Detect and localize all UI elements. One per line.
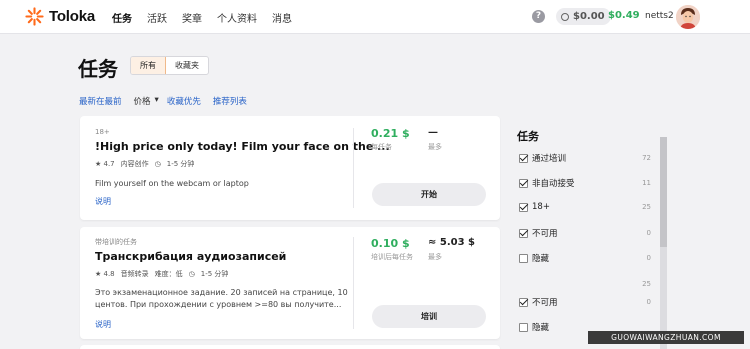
duration: 1-5 分钟 bbox=[166, 160, 195, 168]
requester[interactable]: 内容创作 bbox=[121, 159, 149, 169]
price-label: 每任务 bbox=[371, 143, 392, 151]
task-description: Film yourself on the webcam or laptop bbox=[95, 179, 249, 188]
task-training-badge: 带培训的任务 bbox=[95, 238, 137, 246]
instructions-link[interactable]: 说明 bbox=[95, 319, 111, 330]
view-toggle: 所有 收藏夹 bbox=[130, 56, 209, 75]
task-title[interactable]: Транскрибация аудиозаписей bbox=[95, 250, 286, 263]
filter-count: 72 bbox=[642, 154, 651, 162]
task-card[interactable] bbox=[80, 345, 500, 349]
filter-hidden[interactable]: 隐藏 0 bbox=[519, 252, 651, 264]
filter-unavailable[interactable]: 不可用 0 bbox=[519, 227, 651, 239]
toloka-logo-icon bbox=[25, 7, 44, 26]
checkbox[interactable] bbox=[519, 322, 528, 332]
username[interactable]: netts2 bbox=[645, 11, 674, 21]
filter-count: 11 bbox=[642, 179, 651, 187]
pending-balance[interactable]: $0.00 bbox=[556, 8, 611, 25]
nav-badges[interactable]: 奖章 bbox=[182, 10, 202, 25]
checkbox[interactable] bbox=[519, 202, 528, 212]
filter-label: 隐藏 bbox=[532, 323, 550, 333]
clock-icon: ◷ bbox=[154, 160, 161, 168]
filter-passed-training[interactable]: 通过培训 72 bbox=[519, 152, 651, 164]
duration: 1-5 分钟 bbox=[200, 270, 229, 278]
avatar[interactable] bbox=[676, 5, 700, 29]
top-navigation-bar: Toloka 任务 活跃 奖章 个人资料 消息 ? $0.00 $0.49 ne… bbox=[0, 0, 750, 34]
tab-all[interactable]: 所有 bbox=[131, 57, 166, 74]
nav-messages[interactable]: 消息 bbox=[272, 10, 292, 25]
page-title: 任务 bbox=[78, 57, 118, 81]
available-balance[interactable]: $0.49 bbox=[608, 10, 640, 21]
pending-balance-value: $0.00 bbox=[573, 11, 605, 22]
task-max: — bbox=[428, 127, 438, 138]
sort-favorites-first[interactable]: 收藏优先 bbox=[167, 95, 201, 107]
sort-newest[interactable]: 最新在最前 bbox=[79, 95, 122, 107]
help-icon[interactable]: ? bbox=[532, 10, 545, 23]
divider bbox=[353, 237, 354, 329]
filter-title: 任务 bbox=[517, 130, 539, 143]
clock-icon bbox=[561, 12, 569, 21]
rating: ★ 4.8 bbox=[95, 270, 115, 278]
nav-tasks[interactable]: 任务 bbox=[112, 10, 132, 25]
filter-scrollbar[interactable] bbox=[660, 137, 667, 349]
filter-count: 0 bbox=[646, 298, 651, 306]
nav-profile[interactable]: 个人资料 bbox=[217, 10, 257, 25]
sort-bar: 最新在最前 价格 ▾ 收藏优先 推荐列表 bbox=[79, 95, 259, 107]
max-label: 最多 bbox=[428, 253, 442, 261]
checkbox[interactable] bbox=[519, 297, 528, 307]
sort-recommended[interactable]: 推荐列表 bbox=[213, 95, 247, 107]
main-nav: 任务 活跃 奖章 个人资料 消息 bbox=[112, 10, 307, 25]
filter-adult[interactable]: 18+ 25 bbox=[519, 202, 651, 212]
instructions-link[interactable]: 说明 bbox=[95, 196, 111, 207]
filter-unavailable-2[interactable]: 不可用 0 bbox=[519, 296, 651, 308]
task-max: ≈ 5.03 $ bbox=[428, 237, 475, 248]
rating: ★ 4.7 bbox=[95, 160, 115, 168]
checkbox[interactable] bbox=[519, 253, 528, 263]
difficulty: 难度：低 bbox=[154, 270, 183, 278]
user-avatar-icon bbox=[676, 5, 700, 29]
sort-price[interactable]: 价格 bbox=[134, 95, 151, 107]
filter-label: 不可用 bbox=[532, 229, 558, 239]
task-title[interactable]: !High price only today! Film your face o… bbox=[95, 140, 390, 153]
filter-label: 隐藏 bbox=[532, 254, 550, 264]
filter-count: 25 bbox=[642, 203, 651, 211]
training-button[interactable]: 培训 bbox=[372, 305, 486, 328]
filter-count: 0 bbox=[646, 254, 651, 262]
task-meta: ★ 4.7 内容创作 ◷ 1-5 分钟 bbox=[95, 159, 200, 169]
filter-label: 非自动接受 bbox=[532, 179, 575, 189]
task-age-badge: 18+ bbox=[95, 128, 110, 136]
task-meta: ★ 4.8 音频转录 难度：低 ◷ 1-5 分钟 bbox=[95, 269, 234, 279]
task-price: 0.10 $ bbox=[371, 237, 410, 250]
task-card[interactable]: 18+ !High price only today! Film your fa… bbox=[80, 116, 500, 220]
tab-favorites[interactable]: 收藏夹 bbox=[166, 57, 208, 74]
price-label: 培训后每任务 bbox=[371, 253, 413, 261]
toloka-logo[interactable]: Toloka bbox=[25, 7, 95, 26]
nav-active[interactable]: 活跃 bbox=[147, 10, 167, 25]
filter-label: 不可用 bbox=[532, 298, 558, 308]
filter-count: 25 bbox=[642, 280, 651, 288]
start-button[interactable]: 开始 bbox=[372, 183, 486, 206]
filter-non-auto-accept[interactable]: 非自动接受 11 bbox=[519, 177, 651, 189]
checkbox[interactable] bbox=[519, 178, 528, 188]
filter-label: 18+ bbox=[532, 202, 550, 212]
clock-icon: ◷ bbox=[188, 270, 195, 278]
scrollbar-thumb[interactable] bbox=[660, 137, 667, 247]
filter-count: 0 bbox=[646, 229, 651, 237]
task-description: Это экзаменационное задание. 20 записей … bbox=[95, 288, 348, 309]
brand-name: Toloka bbox=[49, 8, 96, 25]
watermark: GUOWAIWANGZHUAN.COM bbox=[588, 331, 744, 344]
checkbox[interactable] bbox=[519, 153, 528, 163]
divider bbox=[353, 128, 354, 208]
task-card[interactable]: 带培训的任务 Транскрибация аудиозаписей ★ 4.8 … bbox=[80, 227, 500, 339]
chevron-down-icon[interactable]: ▾ bbox=[155, 95, 159, 107]
task-price: 0.21 $ bbox=[371, 127, 410, 140]
requester[interactable]: 音频转录 bbox=[121, 269, 149, 279]
filter-label: 通过培训 bbox=[532, 154, 567, 164]
max-label: 最多 bbox=[428, 143, 442, 151]
checkbox[interactable] bbox=[519, 228, 528, 238]
